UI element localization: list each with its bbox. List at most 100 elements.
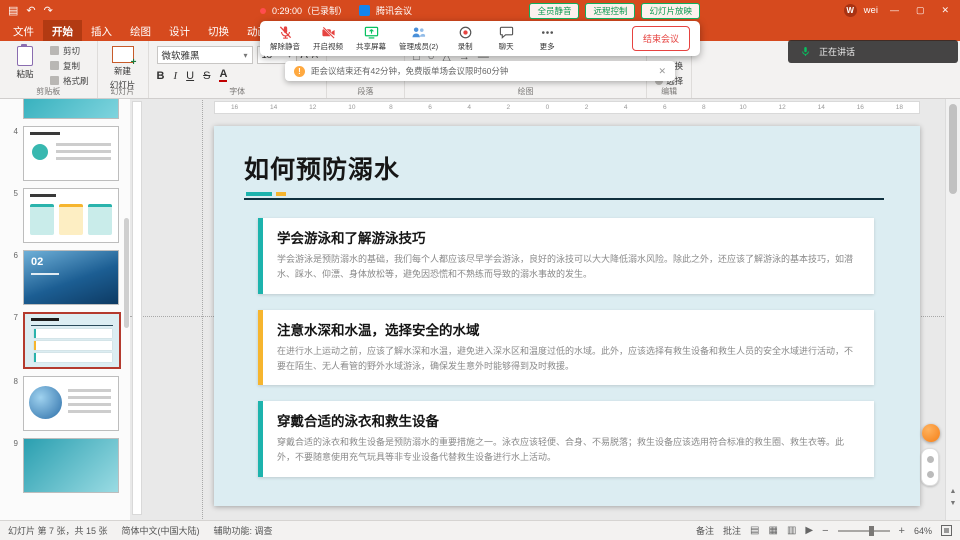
ruler-tick: 16 [841,104,880,111]
slide-preview[interactable]: 02 [23,250,119,305]
notice-close-icon[interactable]: ✕ [658,66,666,77]
font-name-select[interactable]: 微软雅黑▾ [157,46,253,64]
slide-number: 8 [2,376,18,431]
menu-tab-0[interactable]: 文件 [4,20,43,41]
menu-tab-4[interactable]: 设计 [160,20,199,41]
zoom-slider[interactable] [838,530,890,532]
title-accent-teal [246,192,272,196]
slide-thumbnail-8[interactable]: 8 [2,376,124,431]
record-control[interactable]: 录制 [451,25,479,52]
bold-button[interactable]: B [157,70,165,82]
reading-view-icon[interactable]: ▥ [787,525,796,536]
zoom-in-icon[interactable]: + [899,525,905,537]
members-control[interactable]: 管理成员(2) [399,25,438,52]
slide-thumbnail-6[interactable]: 602 [2,250,124,305]
slide[interactable]: 如何预防溺水 学会游泳和了解游泳技巧学会游泳是预防溺水的基础，我们每个人都应该尽… [214,126,920,506]
meeting-pill-2[interactable]: 幻灯片放映 [641,3,700,19]
mic-active-icon [798,44,813,59]
new-slide-icon [112,46,134,63]
scrollbar-thumb[interactable] [949,104,957,194]
next-slide-icon[interactable]: ▼ [946,500,960,507]
slide-preview[interactable]: 01 [23,98,119,119]
format-painter-button[interactable]: 格式刷 [50,75,89,87]
panel-scrollbar[interactable] [124,218,129,328]
floating-tools-pill[interactable] [921,448,939,486]
cut-button[interactable]: 剪切 [50,45,89,57]
menu-tab-1[interactable]: 开始 [43,20,82,41]
slide-sorter-view-icon[interactable]: ▦ [769,525,778,536]
slide-preview[interactable] [23,312,121,369]
menu-tab-3[interactable]: 绘图 [121,20,160,41]
share-screen-control[interactable]: 共享屏幕 [356,25,386,52]
zoom-out-icon[interactable]: − [822,525,828,537]
content-card-1[interactable]: 学会游泳和了解游泳技巧学会游泳是预防溺水的基础，我们每个人都应该尽早学会游泳，良… [258,218,874,294]
slide-number: 3 [2,98,18,119]
title-accent-yellow [276,192,286,196]
restore-button[interactable]: ▢ [911,5,930,16]
new-slide-button[interactable]: 新建 幻灯片 [106,46,140,91]
control-label: 解除静音 [270,41,300,52]
mic-muted-icon [278,25,293,40]
normal-view-icon[interactable]: ▤ [750,525,759,536]
speaking-label: 正在讲话 [819,45,855,58]
ruler-tick: 8 [371,104,410,111]
copy-button[interactable]: 复制 [50,60,89,72]
notes-toggle[interactable]: 备注 [696,524,714,537]
user-avatar[interactable]: W [844,4,857,17]
zoom-level[interactable]: 64% [914,526,932,536]
end-meeting-button[interactable]: 结束会议 [632,26,690,51]
content-card-2[interactable]: 注意水深和水温，选择安全的水域在进行水上运动之前，应该了解水深和水温，避免进入深… [258,310,874,386]
control-label: 管理成员(2) [399,41,438,52]
italic-button[interactable]: I [173,70,177,82]
language-indicator[interactable]: 简体中文(中国大陆) [122,524,200,537]
meeting-pill-0[interactable]: 全员静音 [529,3,579,19]
menu-tab-2[interactable]: 插入 [82,20,121,41]
redo-icon[interactable]: ↷ [44,4,53,17]
slideshow-view-icon[interactable]: ▶ [805,525,813,536]
mic-muted-control[interactable]: 解除静音 [270,25,300,52]
fit-to-window-icon[interactable] [941,525,952,536]
chat-control[interactable]: 聊天 [492,25,520,52]
slide-title[interactable]: 如何预防溺水 [244,150,400,186]
meeting-controls-row: 解除静音 开启视频共享屏幕管理成员(2) 录制聊天 更多 结束会议 [260,21,700,56]
underline-button[interactable]: U [186,70,194,82]
previous-slide-icon[interactable]: ▲ [946,488,960,495]
meeting-pill-1[interactable]: 远程控制 [585,3,635,19]
minimize-button[interactable]: — [885,5,904,15]
undo-icon[interactable]: ↶ [26,4,35,17]
zoom-slider-knob[interactable] [869,526,874,536]
slide-thumbnail-3[interactable]: 301 [2,98,124,119]
accessibility-status[interactable]: 辅助功能: 调查 [214,524,273,537]
slide-preview[interactable] [23,188,119,243]
font-color-button[interactable]: A [219,69,227,82]
ruler-tick: 8 [684,104,723,111]
app-menu-icon[interactable]: ▤ [8,4,18,17]
slide-number: 9 [2,438,18,493]
strikethrough-button[interactable]: S [203,70,210,82]
slide-thumbnail-5[interactable]: 5 [2,188,124,243]
slide-thumbnail-9[interactable]: 9 [2,438,124,493]
slide-thumbnail-4[interactable]: 4 [2,126,124,181]
slide-preview[interactable] [23,126,119,181]
slide-number: 4 [2,126,18,181]
camera-off-control[interactable]: 开启视频 [313,25,343,52]
more-control[interactable]: 更多 [533,25,561,52]
close-button[interactable]: ✕ [936,5,954,16]
comments-toggle[interactable]: 批注 [723,524,741,537]
card-accent-bar [258,401,263,477]
menu-tab-5[interactable]: 切换 [199,20,238,41]
floating-assistant-button[interactable] [922,424,940,442]
slide-thumbnail-7[interactable]: 7 [2,312,124,369]
slide-preview[interactable] [23,376,119,431]
chevron-down-icon: ▾ [244,51,248,60]
paste-label: 粘贴 [16,68,33,80]
ruler-tick: 10 [723,104,762,111]
tool-dot-icon [927,456,934,463]
slide-preview[interactable] [23,438,119,493]
cut-icon [50,46,59,55]
tencent-meeting-logo-icon [359,5,370,16]
control-label: 聊天 [499,41,514,52]
content-card-3[interactable]: 穿戴合适的泳衣和救生设备穿戴合适的泳衣和救生设备是预防溺水的重要措施之一。泳衣应… [258,401,874,477]
paste-button[interactable]: 粘贴 [8,46,42,85]
vertical-scrollbar[interactable]: ▲ ▼ [945,98,960,521]
